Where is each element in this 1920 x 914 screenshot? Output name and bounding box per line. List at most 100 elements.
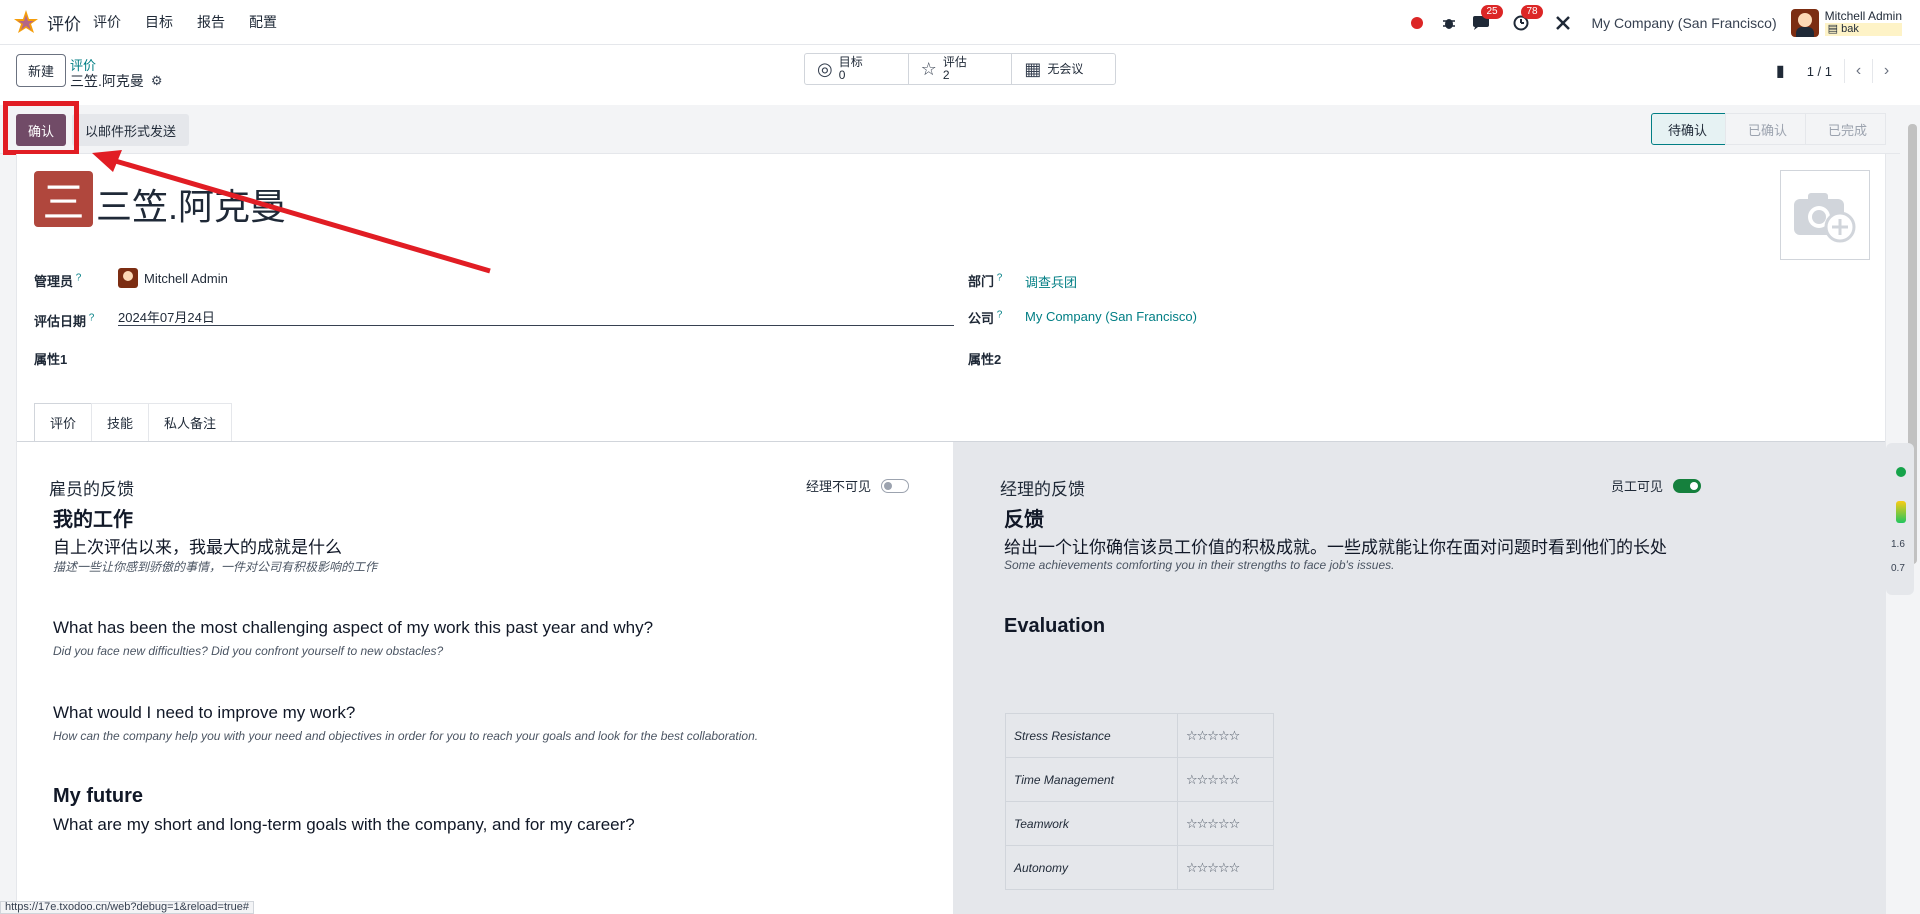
network-speed-widget: 1.6 0.7 [1886, 443, 1914, 595]
menu-item-evaluation[interactable]: 评价 [93, 12, 121, 32]
pager-previous-button[interactable]: ‹ [1844, 59, 1872, 83]
systray: 25 78 My Company (San Francisco) Mitchel… [1407, 0, 1920, 45]
question-2: What has been the most challenging aspec… [53, 618, 654, 637]
employee-visible-toggle[interactable]: 员工可见 [1611, 476, 1702, 495]
photo-upload[interactable] [1780, 170, 1870, 260]
company-value[interactable]: My Company (San Francisco) [1025, 309, 1197, 324]
question-4: What are my short and long-term goals wi… [53, 815, 635, 834]
manager-invisible-toggle[interactable]: 经理不可见 [806, 476, 910, 495]
question-1-hint: 描述一些让你感到骄傲的事情，一件对公司有积极影响的工作 [53, 560, 378, 574]
evaluations-count: 2 [942, 68, 950, 82]
target-icon: ◎ [817, 58, 833, 79]
tools-icon[interactable] [1553, 13, 1573, 33]
evaluations-smart-button[interactable]: ☆ 评估 2 [909, 54, 1013, 84]
manager-field[interactable]: Mitchell Admin [118, 268, 228, 288]
smart-buttons: ◎ 目标 0 ☆ 评估 2 ▦ 无会议 [804, 53, 1116, 85]
app-name[interactable]: 评价 [47, 10, 81, 35]
pager-value[interactable]: 1 / 1 [1807, 64, 1832, 79]
annotation-highlight-box [3, 101, 79, 155]
main-menu: 评价 目标 报告 配置 [93, 12, 301, 32]
camera-plus-icon [1794, 193, 1856, 243]
employee-visible-label: 员工可见 [1611, 479, 1664, 494]
table-row: Stress Resistance ☆☆☆☆☆ [1005, 713, 1274, 758]
breadcrumb-current-label: 三笠.阿克曼 [70, 73, 144, 89]
question-3: What would I need to improve my work? [53, 703, 356, 722]
pager-next-button[interactable]: › [1872, 59, 1900, 83]
property1-label: 属性1 [34, 352, 68, 367]
star-rating[interactable]: ☆☆☆☆☆ [1177, 801, 1274, 846]
menu-item-goals[interactable]: 目标 [145, 12, 173, 32]
goals-count: 0 [838, 68, 846, 82]
pager: ▮ 1 / 1 ‹ › [1776, 59, 1900, 83]
top-navbar: 评价 评价 目标 报告 配置 25 78 My Company (San Fra… [0, 0, 1920, 45]
manager-question-1-hint: Some achievements comforting you in thei… [1004, 558, 1395, 572]
download-speed: 0.7 [1891, 563, 1905, 574]
goals-smart-button[interactable]: ◎ 目标 0 [805, 54, 909, 84]
table-row: Time Management ☆☆☆☆☆ [1005, 757, 1274, 802]
tab-private-notes[interactable]: 私人备注 [148, 403, 233, 441]
menu-item-config[interactable]: 配置 [249, 12, 277, 32]
question-2-hint: Did you face new difficulties? Did you c… [53, 644, 444, 658]
company-switcher[interactable]: My Company (San Francisco) [1591, 15, 1776, 31]
company-label: 公司 ? [968, 309, 1003, 326]
criterion-label: Stress Resistance [1005, 713, 1178, 758]
section-feedback: 反馈 [1004, 509, 1044, 531]
control-panel: 新建 评价 三笠.阿克曼 ⚙ ◎ 目标 0 ☆ 评估 2 ▦ 无会议 ▮ 1 / 1… [0, 45, 1920, 105]
employee-visible-switch[interactable] [1673, 478, 1702, 493]
user-menu[interactable]: Mitchell Admin ▤ bak [1824, 8, 1902, 36]
star-rating[interactable]: ☆☆☆☆☆ [1177, 845, 1274, 890]
status-url: https://17e.txodoo.cn/web?debug=1&reload… [0, 901, 255, 914]
star-rating[interactable]: ☆☆☆☆☆ [1177, 757, 1274, 802]
messages-badge: 25 [1481, 4, 1503, 19]
stage-selector: 待确认 已确认 已完成 [1650, 113, 1886, 145]
tab-skills[interactable]: 技能 [91, 403, 150, 441]
recording-icon[interactable] [1407, 13, 1427, 33]
stage-to-confirm[interactable]: 待确认 [1650, 113, 1726, 145]
section-my-future: My future [53, 785, 143, 807]
question-3-hint: How can the company help you with your n… [53, 729, 759, 743]
app-logo-icon[interactable] [13, 9, 39, 35]
meetings-label: 无会议 [1047, 61, 1084, 76]
user-avatar[interactable] [1790, 8, 1819, 37]
star-rating[interactable]: ☆☆☆☆☆ [1177, 713, 1274, 758]
user-name: Mitchell Admin [1824, 8, 1902, 23]
stage-done[interactable]: 已完成 [1804, 113, 1886, 145]
manager-question-1: 给出一个让你确信该员工价值的积极成就。一些成就能让你在面对问题时看到他们的长处 [1004, 538, 1667, 557]
stage-confirmed[interactable]: 已确认 [1724, 113, 1806, 145]
manager-avatar [118, 268, 138, 288]
tab-evaluation[interactable]: 评价 [34, 403, 93, 441]
employee-name: 三笠.阿克曼 [96, 186, 287, 227]
activities-badge: 78 [1521, 4, 1543, 19]
meetings-smart-button[interactable]: ▦ 无会议 [1012, 54, 1115, 84]
database-name: ▤ bak [1824, 22, 1902, 36]
criterion-label: Autonomy [1005, 845, 1178, 890]
bookmark-icon[interactable]: ▮ [1776, 61, 1785, 81]
evaluation-table: Stress Resistance ☆☆☆☆☆ Time Management ☆☆… [1005, 713, 1274, 890]
activities-icon[interactable]: 78 [1511, 4, 1543, 33]
form-sheet: 三 三笠.阿克曼 管理员 ? Mitchell Admin 评估日期 ? 202… [16, 154, 1886, 914]
send-by-email-button[interactable]: 以邮件形式发送 [72, 114, 189, 146]
gear-icon[interactable]: ⚙ [151, 73, 163, 89]
notebook-tabs: 评价 技能 私人备注 [34, 403, 233, 441]
table-row: Autonomy ☆☆☆☆☆ [1005, 845, 1274, 890]
manager-invisible-switch[interactable] [881, 478, 910, 493]
department-value[interactable]: 调查兵团 [1025, 272, 1077, 291]
bug-icon[interactable] [1439, 13, 1459, 33]
section-evaluation: Evaluation [1004, 615, 1106, 637]
meter-icon [1896, 501, 1906, 523]
manager-invisible-label: 经理不可见 [806, 479, 872, 494]
calendar-icon: ▦ [1024, 58, 1042, 79]
department-label: 部门 ? [968, 272, 1003, 289]
criterion-label: Teamwork [1005, 801, 1178, 846]
date-label: 评估日期 ? [34, 312, 95, 329]
messages-icon[interactable]: 25 [1471, 4, 1503, 33]
employee-avatar: 三 [34, 171, 93, 227]
manager-label: 管理员 ? [34, 272, 82, 289]
new-button[interactable]: 新建 [16, 54, 66, 87]
menu-item-reports[interactable]: 报告 [197, 12, 225, 32]
date-field[interactable]: 2024年07月24日 [118, 304, 954, 326]
star-icon: ☆ [920, 58, 937, 79]
form-statusbar: 确认 以邮件形式发送 待确认 已确认 已完成 [0, 106, 1900, 154]
employee-feedback-title: 雇员的反馈 [49, 480, 134, 499]
section-my-work: 我的工作 [53, 509, 133, 531]
